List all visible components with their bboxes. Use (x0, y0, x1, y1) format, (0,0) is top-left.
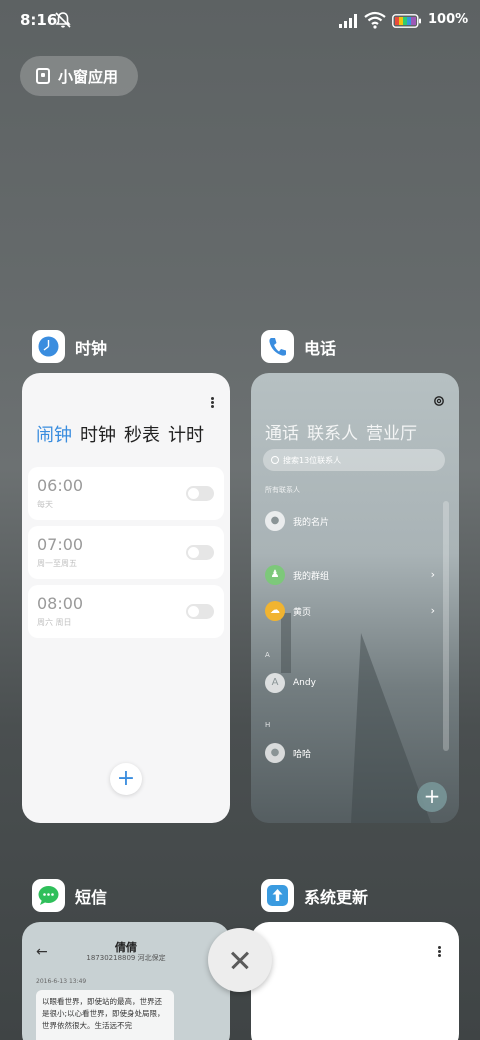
phone-app-icon (261, 330, 294, 363)
contact-my-card[interactable]: ● 我的名片 (265, 510, 435, 532)
message-date: 2016-6-13 13:49 (36, 978, 87, 985)
settings-gear-icon[interactable] (433, 395, 445, 407)
alarm-repeat: 周一至周五 (37, 559, 77, 568)
contact-name: 哈哈 (293, 749, 312, 760)
contact-search-input[interactable]: 搜索13位联系人 (263, 449, 445, 471)
sms-app-name: 短信 (75, 887, 108, 907)
tab-timer[interactable]: 计时 (168, 421, 204, 447)
battery-icon (392, 14, 421, 28)
message-bubble: 以眼看世界，即使站的最高，世界还是很小;以心看世界，即使身处局限，世界依然很大。… (36, 990, 174, 1040)
add-alarm-button[interactable]: + (110, 763, 142, 795)
alarm-item[interactable]: 07:00 周一至周五 (28, 526, 224, 579)
phone-app-name: 电话 (304, 338, 337, 358)
clock-app-icon (32, 330, 65, 363)
person-icon: ● (265, 743, 285, 763)
contact-haha[interactable]: ● 哈哈 (265, 742, 435, 764)
background-post (281, 613, 291, 673)
tab-stopwatch[interactable]: 秒表 (124, 421, 160, 447)
contact-andy[interactable]: A Andy (265, 672, 435, 694)
person-icon: ● (265, 511, 285, 531)
contact-my-groups[interactable]: ♟ 我的群组 › (265, 564, 435, 586)
battery-percent: 100% (428, 12, 469, 27)
alarm-item[interactable]: 06:00 每天 (28, 467, 224, 520)
sms-app-icon (32, 879, 65, 912)
alarm-time: 07:00 (37, 535, 84, 554)
add-contact-button[interactable]: + (417, 782, 447, 812)
alarm-repeat: 周六 周日 (37, 618, 72, 627)
avatar: A (265, 673, 285, 693)
search-icon (271, 456, 279, 464)
update-app-icon (261, 879, 294, 912)
contact-name: 我的群组 (293, 571, 330, 582)
tab-clock[interactable]: 时钟 (80, 421, 116, 447)
section-letter: A (265, 651, 270, 659)
more-options-icon[interactable] (438, 946, 441, 958)
signal-icon (339, 14, 357, 28)
update-app-name: 系统更新 (304, 887, 369, 907)
clock-app-card[interactable]: 闹钟 时钟 秒表 计时 06:00 每天 07:00 周一至周五 08:00 周… (22, 373, 230, 823)
update-app-header[interactable]: 系统更新 (261, 879, 368, 912)
alarm-toggle[interactable] (186, 486, 214, 501)
conversation-contact-number: 18730218809 河北保定 (86, 954, 166, 962)
clock-tabs: 闹钟 时钟 秒表 计时 (36, 421, 204, 447)
contact-name: Andy (293, 678, 316, 688)
alarm-time: 08:00 (37, 594, 84, 613)
status-bar: 8:16 100% (0, 0, 480, 42)
alarm-repeat: 每天 (37, 500, 53, 509)
tab-calls[interactable]: 通话 (265, 419, 299, 444)
tab-contacts[interactable]: 联系人 (307, 419, 358, 444)
status-time: 8:16 (20, 11, 58, 29)
small-window-label: 小窗应用 (58, 67, 119, 86)
tab-service-hall[interactable]: 营业厅 (366, 419, 417, 444)
phone-app-card[interactable]: 通话 联系人 营业厅 搜索13位联系人 所有联系人 ● 我的名片 ♟ 我的群组 … (251, 373, 459, 823)
sms-app-card[interactable]: ← 倩倩 18730218809 河北保定 2016-6-13 13:49 以眼… (22, 922, 230, 1040)
contact-name: 黄页 (293, 607, 312, 618)
close-all-button[interactable] (208, 928, 272, 992)
contact-name: 我的名片 (293, 517, 330, 528)
sms-app-header[interactable]: 短信 (32, 879, 107, 912)
phone-app-header[interactable]: 电话 (261, 330, 336, 363)
tab-alarm[interactable]: 闹钟 (36, 421, 72, 447)
group-icon: ♟ (265, 565, 285, 585)
contact-yellow-pages[interactable]: ☁ 黄页 › (265, 600, 435, 622)
chevron-right-icon: › (430, 568, 435, 581)
alarm-item[interactable]: 08:00 周六 周日 (28, 585, 224, 638)
alphabet-index-bar[interactable] (443, 501, 449, 751)
section-letter: H (265, 721, 271, 729)
more-options-icon[interactable] (211, 397, 214, 409)
alarm-toggle[interactable] (186, 545, 214, 560)
clock-app-header[interactable]: 时钟 (32, 330, 107, 363)
clock-app-name: 时钟 (75, 338, 108, 358)
all-contacts-label: 所有联系人 (265, 486, 300, 494)
yellow-pages-icon: ☁ (265, 601, 285, 621)
alarm-time: 06:00 (37, 476, 84, 495)
wifi-icon (364, 11, 386, 29)
phone-tabs: 通话 联系人 营业厅 (265, 419, 417, 444)
bell-muted-icon (55, 12, 71, 28)
chevron-right-icon: › (430, 604, 435, 617)
small-window-apps-button[interactable]: 小窗应用 (20, 56, 138, 96)
search-placeholder: 搜索13位联系人 (283, 455, 342, 465)
update-app-card[interactable] (251, 922, 459, 1040)
window-icon (36, 68, 50, 84)
alarm-toggle[interactable] (186, 604, 214, 619)
